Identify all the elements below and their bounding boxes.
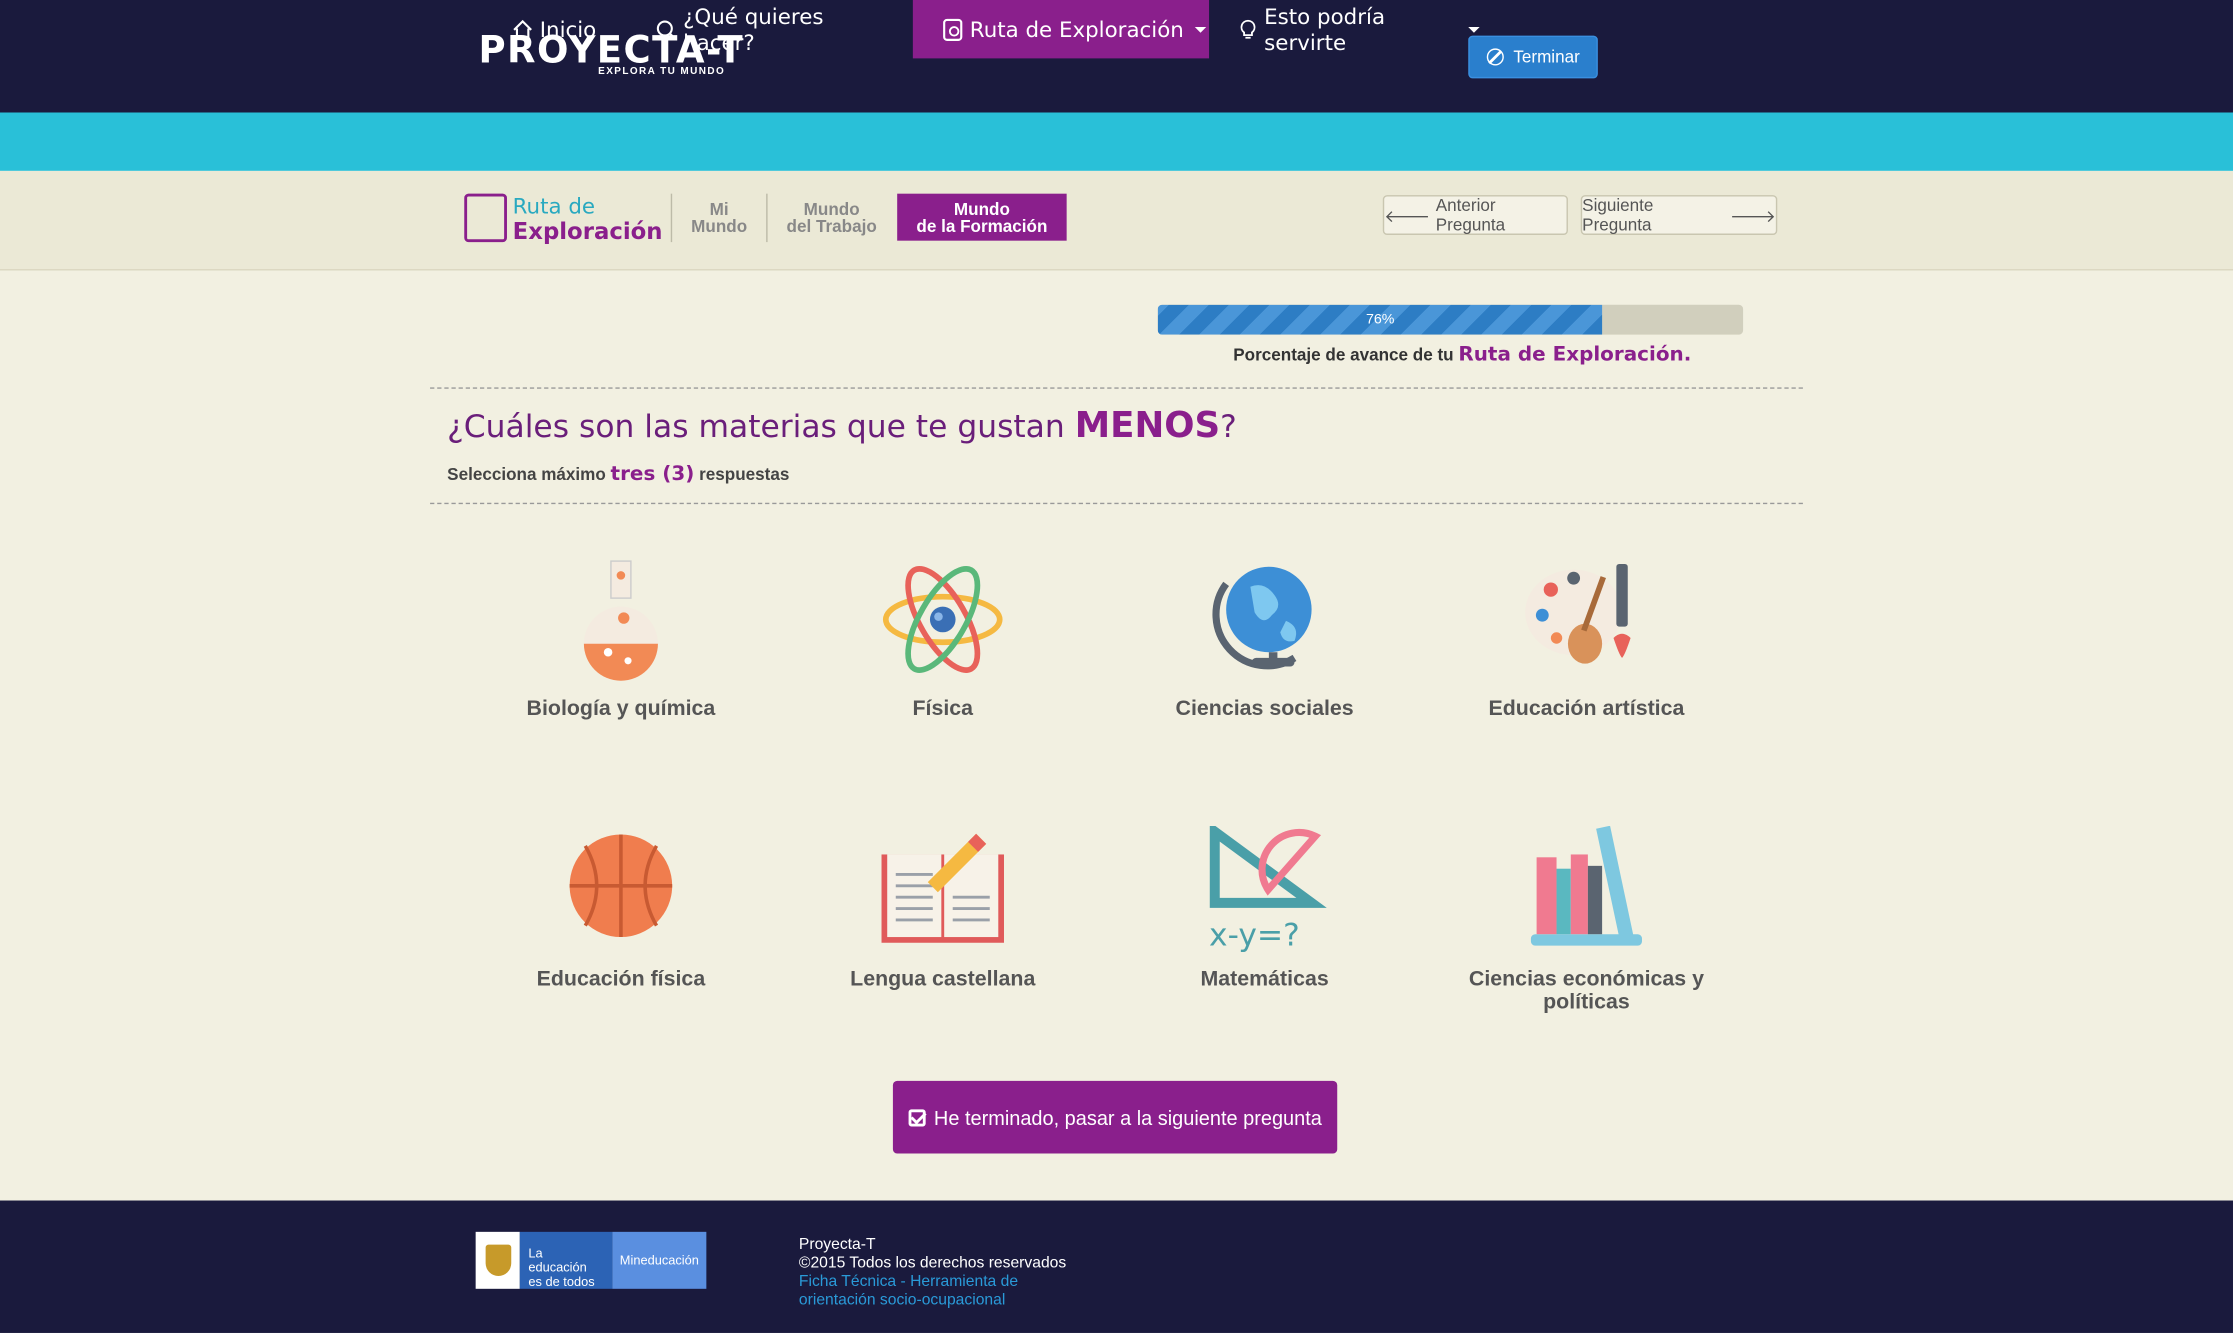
- option-lengua-castellana[interactable]: Lengua castellana: [786, 826, 1099, 991]
- caption-prefix: Porcentaje de avance de tu: [1233, 344, 1454, 365]
- chevron-down-icon: [1195, 26, 1207, 33]
- dashed-divider: [430, 387, 1803, 389]
- question-title: ¿Cuáles son las materias que te gustan M…: [447, 404, 1237, 445]
- lightbulb-icon: [1240, 19, 1256, 38]
- arrow-left-icon: 🡐: [1384, 205, 1431, 226]
- title-suffix: ?: [1220, 410, 1237, 446]
- option-educacion-artistica[interactable]: Educación artística: [1430, 555, 1743, 720]
- mineducacion-logo[interactable]: La educación es de todos Mineducación: [475, 1231, 707, 1289]
- ruta-line1: Ruta de: [512, 193, 596, 220]
- next-question-button[interactable]: Siguiente Pregunta 🡒: [1580, 195, 1778, 235]
- home-icon: [513, 19, 532, 39]
- dashed-divider: [430, 502, 1803, 505]
- next-label: Siguiente Pregunta: [1582, 195, 1654, 235]
- option-label: Ciencias sociales: [1175, 696, 1354, 721]
- prev-label: Anterior Pregunta: [1435, 195, 1506, 235]
- sub-suffix: respuestas: [699, 464, 790, 485]
- nav-label: ¿Qué quieres hacer?: [683, 3, 824, 55]
- divider: [670, 193, 673, 243]
- math-formula: x-y=?: [1209, 918, 1300, 954]
- option-fisica[interactable]: Física: [786, 555, 1099, 720]
- check-square-icon: [908, 1108, 926, 1126]
- progress-label: 76%: [1365, 311, 1395, 328]
- step-line: Mundo: [691, 216, 748, 237]
- nav-item-inicio[interactable]: Inicio: [511, 0, 611, 58]
- prev-question-button[interactable]: 🡐 Anterior Pregunta: [1382, 195, 1568, 235]
- option-label: Educación artística: [1488, 696, 1685, 721]
- step-mi-mundo[interactable]: Mi Mundo: [682, 194, 756, 242]
- sub-highlight: tres (3): [610, 462, 695, 486]
- nav-label: Ruta de Exploración: [969, 16, 1184, 43]
- ruta-line2: Exploración: [512, 217, 663, 245]
- nav-label: Esto podría servirte: [1264, 3, 1386, 55]
- main-navbar: [0, 112, 2233, 171]
- option-label: Ciencias económicas y políticas: [1468, 966, 1705, 1014]
- ban-icon: [1486, 48, 1504, 66]
- ruta-exploracion-logo: Ruta de Exploración: [464, 193, 663, 248]
- logo-tagline: EXPLORA TU MUNDO: [598, 66, 726, 77]
- step-line: Mundo: [953, 198, 1010, 219]
- option-matematicas[interactable]: x-y=? Matemáticas: [1108, 825, 1421, 992]
- step-line: Mi: [709, 199, 729, 220]
- ficha-tecnica-link[interactable]: Ficha Técnica - Herramienta de orientaci…: [799, 1273, 1041, 1310]
- art-palette-icon: [1525, 563, 1631, 664]
- terminar-label: Terminar: [1513, 46, 1580, 67]
- route-icon: [464, 193, 507, 243]
- nav-item-que-quieres-hacer[interactable]: ¿Qué quieres hacer?: [655, 0, 897, 58]
- nav-label: Inicio: [539, 16, 597, 43]
- globe-icon: [1212, 566, 1312, 670]
- atom-icon: [882, 566, 1003, 673]
- footer-line: Proyecta-T: [798, 1236, 876, 1254]
- finish-label: He terminado, pasar a la siguiente pregu…: [933, 1105, 1322, 1129]
- option-label: Educación física: [536, 966, 706, 992]
- option-ciencias-sociales[interactable]: Ciencias sociales: [1108, 555, 1421, 720]
- option-educacion-fisica[interactable]: Educación física: [464, 826, 777, 991]
- min-text: Mineducación: [612, 1231, 707, 1289]
- chevron-down-icon: [1468, 26, 1480, 33]
- nav-item-ruta-exploracion[interactable]: Ruta de Exploración: [912, 0, 1210, 59]
- finish-next-question-button[interactable]: He terminado, pasar a la siguiente pregu…: [892, 1080, 1338, 1154]
- search-icon: [656, 19, 677, 39]
- book-pencil-icon: [881, 833, 1004, 943]
- step-mundo-formacion[interactable]: Mundo de la Formación: [897, 193, 1067, 241]
- flask-icon: [583, 560, 658, 681]
- arrow-right-icon: 🡒: [1730, 205, 1776, 226]
- step-line: Mundo: [803, 199, 860, 220]
- footer: [0, 1200, 2233, 1333]
- option-label: Matemáticas: [1200, 966, 1329, 992]
- step-mundo-trabajo[interactable]: Mundo del Trabajo: [776, 194, 887, 242]
- option-label: Lengua castellana: [850, 966, 1036, 992]
- footer-line: ©2015 Todos los derechos reservados: [798, 1254, 1067, 1272]
- option-ciencias-economicas[interactable]: Ciencias económicas y políticas: [1430, 825, 1743, 1014]
- question-subtitle: Selecciona máximo tres (3) respuestas: [447, 463, 789, 486]
- sub-prefix: Selecciona máximo: [447, 464, 606, 485]
- title-prefix: ¿Cuáles son las materias que te gustan: [447, 410, 1065, 446]
- step-line: del Trabajo: [786, 216, 877, 237]
- option-biologia-quimica[interactable]: Biología y química: [464, 555, 777, 720]
- divider: [766, 193, 768, 243]
- sub-navbar: [0, 170, 2233, 271]
- caption-highlight: Ruta de Exploración.: [1458, 343, 1692, 366]
- option-label: Física: [912, 696, 974, 721]
- title-emphasis: MENOS: [1074, 404, 1221, 446]
- terminar-button[interactable]: Terminar: [1468, 35, 1598, 79]
- nav-item-esto-podria-servirte[interactable]: Esto podría servirte: [1238, 0, 1480, 58]
- step-line: de la Formación: [916, 215, 1048, 236]
- option-label: Biología y química: [526, 696, 716, 721]
- basketball-icon: [569, 834, 673, 938]
- ruler-protractor-icon: x-y=?: [1209, 825, 1327, 954]
- colombia-shield-icon: [475, 1231, 520, 1289]
- footer-text: Proyecta-T ©2015 Todos los derechos rese…: [799, 1236, 1066, 1310]
- progress-caption: Porcentaje de avance de tu Ruta de Explo…: [1233, 343, 1691, 366]
- progress-bar: 76%: [1157, 304, 1744, 335]
- edu-text: La educación es de todos: [519, 1231, 613, 1289]
- route-icon: [943, 18, 963, 41]
- books-icon: [1530, 825, 1642, 946]
